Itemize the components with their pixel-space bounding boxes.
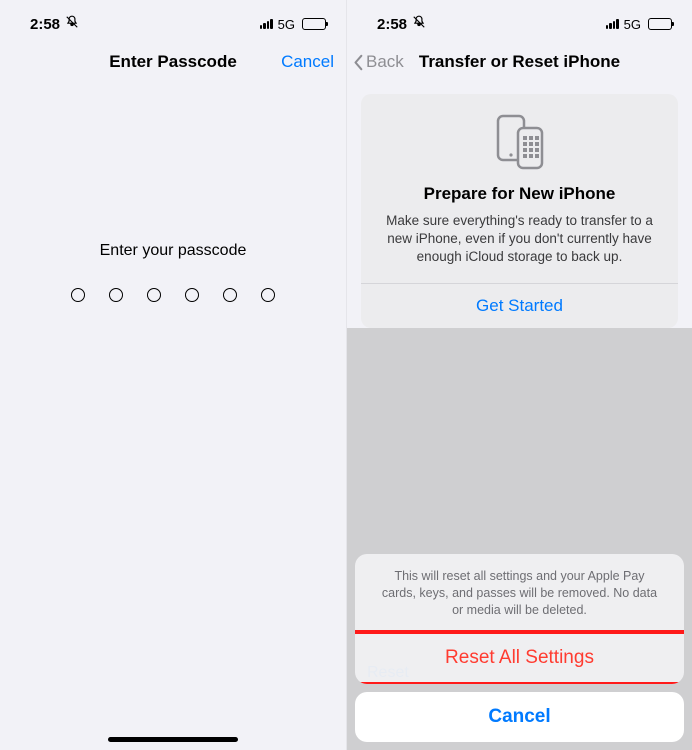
passcode-prompt: Enter your passcode (100, 242, 247, 260)
battery-icon (648, 18, 672, 30)
passcode-dot (185, 288, 199, 302)
status-bar: 2:58 5G (0, 0, 346, 40)
sheet-message: This will reset all settings and your Ap… (355, 554, 684, 631)
passcode-screen: 2:58 5G Enter Passcode Cancel Enter your… (0, 0, 346, 750)
prepare-card: Prepare for New iPhone Make sure everyth… (361, 94, 678, 328)
mute-icon (65, 15, 79, 33)
nav-bar: Enter Passcode Cancel (0, 40, 346, 84)
reset-all-settings-button[interactable]: Reset All Settings (355, 632, 684, 684)
passcode-dot (223, 288, 237, 302)
back-button[interactable]: Back (353, 52, 404, 72)
chevron-left-icon (353, 54, 363, 71)
back-label: Back (366, 52, 404, 72)
mute-icon (412, 15, 426, 33)
card-title: Prepare for New iPhone (377, 184, 662, 204)
status-time: 2:58 (377, 16, 407, 33)
cancel-button[interactable]: Cancel (281, 52, 334, 72)
network-label: 5G (278, 17, 295, 32)
status-bar: 2:58 5G (347, 0, 692, 40)
home-indicator[interactable] (108, 737, 238, 742)
transfer-reset-screen: 2:58 5G Back Transfer or Reset iPhone (346, 0, 692, 750)
action-sheet: This will reset all settings and your Ap… (347, 554, 692, 742)
card-description: Make sure everything's ready to transfer… (377, 212, 662, 283)
nav-title: Enter Passcode (109, 52, 237, 72)
passcode-dots[interactable] (71, 288, 275, 302)
get-started-button[interactable]: Get Started (377, 284, 662, 328)
passcode-dot (261, 288, 275, 302)
nav-bar: Back Transfer or Reset iPhone (347, 40, 692, 84)
signal-icon (606, 19, 619, 29)
nav-title: Transfer or Reset iPhone (419, 52, 620, 72)
phones-icon (377, 114, 662, 172)
passcode-dot (71, 288, 85, 302)
passcode-dot (109, 288, 123, 302)
network-label: 5G (624, 17, 641, 32)
battery-icon (302, 18, 326, 30)
reset-all-settings-label: Reset All Settings (445, 647, 594, 668)
signal-icon (260, 19, 273, 29)
sheet-cancel-button[interactable]: Cancel (355, 692, 684, 742)
passcode-dot (147, 288, 161, 302)
status-time: 2:58 (30, 16, 60, 33)
